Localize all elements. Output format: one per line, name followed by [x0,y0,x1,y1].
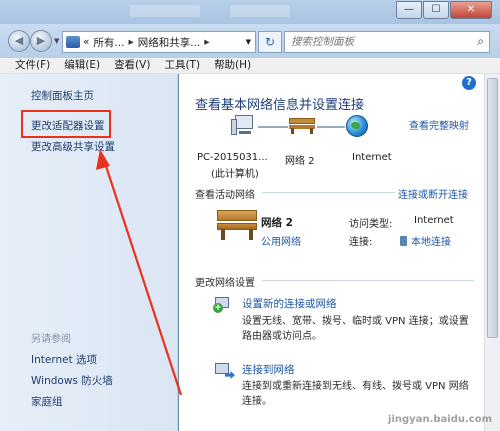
vertical-scrollbar[interactable] [484,74,500,431]
watermark: jingyan.baidu.com [388,414,492,425]
map-computer-label: PC-2015031... [197,152,268,163]
menu-edit[interactable]: 编辑(E) [57,58,107,73]
map-computer-sublabel: (此计算机) [211,169,259,180]
map-internet-label: Internet [352,152,392,163]
breadcrumb-separator-icon[interactable]: ▸ [204,36,209,48]
search-icon[interactable]: ⌕ [477,34,484,49]
sidebar-advanced-sharing-link[interactable]: 更改高级共享设置 [31,139,115,154]
computer-icon [231,115,255,137]
forward-arrow-icon: ▶ [36,34,46,47]
internet-globe-icon [346,115,368,137]
network-type-link[interactable]: 公用网络 [261,233,301,248]
connection-value[interactable]: 本地连接 [411,237,451,248]
connect-to-network-link[interactable]: 连接到网络 [242,362,295,377]
view-full-map-link[interactable]: 查看完整映射 [409,117,469,132]
new-connection-icon: + [213,295,235,315]
connect-to-network-desc: 连接到或重新连接到无线、有线、拨号或 VPN 网络连接。 [242,381,469,407]
breadcrumb-network[interactable]: 网络和共享... [138,35,201,50]
history-dropdown-icon[interactable]: ▼ [54,37,59,45]
address-bar[interactable]: « 所有... ▸ 网络和共享... ▸ ▼ [62,31,256,53]
menu-tools[interactable]: 工具(T) [157,58,207,73]
close-button[interactable]: ✕ [450,1,492,19]
search-box[interactable]: ⌕ [284,31,490,53]
refresh-icon: ↻ [264,35,276,49]
annotation-highlight-box [21,110,111,138]
back-button[interactable]: ◀ [8,30,30,52]
sidebar-internet-options-link[interactable]: Internet 选项 [31,352,97,367]
forward-button[interactable]: ▶ [30,30,52,52]
network-bench-icon [289,118,315,134]
menu-file[interactable]: 文件(F) [8,58,57,73]
title-bar: — ☐ ✕ [0,0,500,24]
address-prefix[interactable]: « [83,36,89,48]
menu-bar: 文件(F) 编辑(E) 查看(V) 工具(T) 帮助(H) [0,58,500,74]
title-ghost [130,5,200,17]
sidebar-homegroup-link[interactable]: 家庭组 [31,394,63,409]
setup-new-connection-desc: 设置无线、宽带、拨号、临时或 VPN 连接；或设置路由器或访问点。 [242,316,469,342]
see-also-heading: 另请参阅 [31,334,71,345]
map-connector-line [317,126,345,128]
network-plug-icon [400,236,407,246]
breadcrumb-separator-icon[interactable]: ▸ [128,36,133,48]
connection-value-link[interactable]: 本地连接 [400,233,451,248]
page-title: 查看基本网络信息并设置连接 [195,98,365,113]
help-icon[interactable]: ? [462,76,476,90]
access-type-label: 访问类型: [349,219,393,230]
maximize-button[interactable]: ☐ [423,1,449,19]
section-divider [262,280,474,281]
sidebar-firewall-link[interactable]: Windows 防火墙 [31,373,113,388]
control-panel-icon [66,36,80,48]
menu-help[interactable]: 帮助(H) [207,58,258,73]
connection-label: 连接: [349,237,373,248]
navigation-bar: ◀ ▶ ▼ « 所有... ▸ 网络和共享... ▸ ▼ ↻ ⌕ [0,24,500,58]
connect-disconnect-link[interactable]: 连接或断开连接 [398,186,468,201]
access-type-value: Internet [414,215,454,226]
breadcrumb-all[interactable]: 所有... [93,35,124,50]
setup-new-connection-link[interactable]: 设置新的连接或网络 [242,296,337,311]
map-connector-line [258,126,288,128]
map-network-label: 网络 2 [285,156,315,167]
minimize-button[interactable]: — [396,1,422,19]
active-network-name: 网络 2 [261,217,293,229]
section-divider [262,192,395,193]
active-network-bench-icon [217,210,257,240]
window-controls: — ☐ ✕ [396,1,492,19]
connect-network-icon [213,361,235,381]
search-input[interactable] [285,32,465,52]
change-settings-heading: 更改网络设置 [195,278,255,289]
title-ghost [230,5,290,17]
menu-view[interactable]: 查看(V) [107,58,157,73]
sidebar-home-link[interactable]: 控制面板主页 [31,88,94,103]
active-networks-heading: 查看活动网络 [195,190,255,201]
back-arrow-icon: ◀ [14,34,24,47]
scrollbar-thumb[interactable] [487,78,498,338]
address-dropdown-icon[interactable]: ▼ [246,38,251,46]
refresh-button[interactable]: ↻ [258,31,282,53]
